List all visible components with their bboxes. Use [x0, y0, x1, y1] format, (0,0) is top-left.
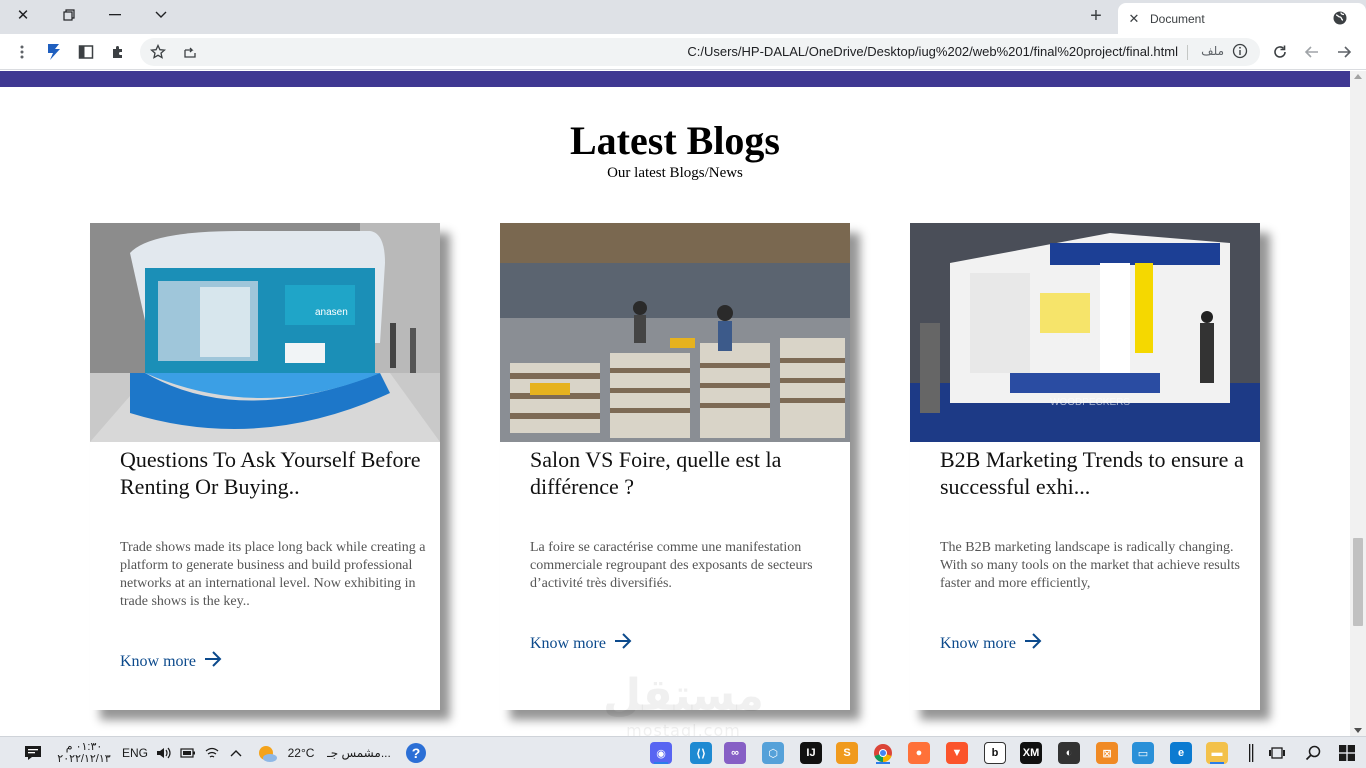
- blog-image-exhibition-booth[interactable]: anasen: [90, 223, 440, 442]
- blog-title[interactable]: Salon VS Foire, quelle est la différence…: [530, 446, 848, 500]
- arrow-right-icon: [204, 651, 222, 672]
- tab-document[interactable]: ✕ Document: [1118, 3, 1366, 34]
- file-label: ملف: [1201, 44, 1224, 58]
- scroll-up-icon[interactable]: [1354, 74, 1362, 79]
- discord-app-icon[interactable]: ◉: [650, 742, 672, 764]
- file-explorer-app-icon[interactable]: ▬: [1206, 742, 1228, 764]
- blog-title[interactable]: Questions To Ask Yourself Before Renting…: [120, 446, 438, 500]
- volume-icon[interactable]: [154, 741, 174, 765]
- language-indicator[interactable]: ENG: [122, 741, 148, 765]
- visual-studio-app-icon[interactable]: ∞: [724, 742, 746, 764]
- clock[interactable]: ٠١:٣٠ م ٢٠٢٢/١٢/١٣: [56, 741, 112, 765]
- minimize-window-icon[interactable]: [92, 0, 138, 30]
- mostaql-watermark: مستقل mostaql.com: [596, 670, 771, 737]
- arrow-right-icon: [614, 633, 632, 654]
- vertical-scrollbar[interactable]: [1350, 71, 1366, 736]
- intellij-app-icon[interactable]: IJ: [800, 742, 822, 764]
- address-bar[interactable]: C:/Users/HP-DALAL/OneDrive/Desktop/iug%2…: [140, 38, 1260, 66]
- watermark-latin: mostaql.com: [626, 721, 741, 736]
- back-arrow-icon[interactable]: [1332, 40, 1356, 64]
- this-pc-app-icon[interactable]: ▭: [1132, 742, 1154, 764]
- url-divider: [1187, 45, 1188, 60]
- blog-title[interactable]: B2B Marketing Trends to ensure a success…: [940, 446, 1258, 500]
- blog-card-3: WOODPECKERS B2B Marketing Trends to ensu…: [910, 223, 1260, 710]
- know-more-link[interactable]: Know more: [530, 633, 632, 654]
- chrome-app-icon[interactable]: [872, 742, 894, 764]
- reload-icon[interactable]: [1268, 40, 1292, 64]
- sublime-app-icon[interactable]: S: [836, 742, 858, 764]
- know-more-link[interactable]: Know more: [940, 633, 1042, 654]
- scroll-down-icon[interactable]: [1354, 728, 1362, 733]
- share-icon[interactable]: [178, 40, 202, 64]
- task-view-icon[interactable]: [1266, 741, 1288, 765]
- wifi-icon[interactable]: [202, 741, 222, 765]
- svg-text:?: ?: [412, 745, 421, 761]
- firefox-app-icon[interactable]: ●: [908, 742, 930, 764]
- bookmark-star-icon[interactable]: [146, 40, 170, 64]
- edge-app-icon[interactable]: e: [1170, 742, 1192, 764]
- blog-excerpt: The B2B marketing landscape is radically…: [940, 540, 1240, 591]
- blog-card-1: anasen Questions To Ask Yourself Before …: [90, 223, 440, 710]
- weather-description[interactable]: مشمس جـ...: [324, 741, 394, 765]
- taskbar-divider-icon: [1244, 741, 1258, 765]
- arrow-right-icon: [1024, 633, 1042, 654]
- obs-app-icon[interactable]: ◐: [1058, 742, 1080, 764]
- section-subtitle: Our latest Blogs/News: [607, 165, 743, 181]
- close-window-icon[interactable]: ✕: [0, 0, 46, 30]
- package-app-icon[interactable]: ⬡: [762, 742, 784, 764]
- new-tab-button[interactable]: +: [1084, 6, 1108, 28]
- url-text: C:/Users/HP-DALAL/OneDrive/Desktop/iug%2…: [687, 44, 1178, 59]
- tab-search-chevron-icon[interactable]: [138, 0, 184, 30]
- svg-text:WOODPECKERS: WOODPECKERS: [1050, 397, 1130, 408]
- menu-kebab-icon[interactable]: [10, 40, 34, 64]
- scrollbar-thumb[interactable]: [1353, 538, 1363, 626]
- clock-time: ٠١:٣٠ م: [65, 741, 103, 753]
- notifications-icon[interactable]: [22, 741, 44, 765]
- tab-title: Document: [1150, 11, 1205, 26]
- blog-image-trade-booth[interactable]: WOODPECKERS: [910, 223, 1260, 442]
- page-viewport: Latest Blogs Our latest Blogs/News anase…: [0, 71, 1350, 736]
- weather-temperature[interactable]: 22°C: [284, 741, 318, 765]
- xm-app-icon[interactable]: XM: [1020, 742, 1042, 764]
- section-title: Latest Blogs: [570, 118, 780, 163]
- show-hidden-icons-chevron-icon[interactable]: [226, 741, 246, 765]
- side-panel-icon[interactable]: [74, 40, 98, 64]
- start-windows-icon[interactable]: [1336, 741, 1358, 765]
- forward-arrow-icon[interactable]: [1300, 40, 1324, 64]
- brave-app-icon[interactable]: ▼: [946, 742, 968, 764]
- globe-icon: [1332, 10, 1348, 31]
- weather-sun-icon[interactable]: [254, 741, 280, 765]
- bandicam-app-icon[interactable]: b: [984, 742, 1006, 764]
- battery-icon[interactable]: [178, 741, 198, 765]
- know-more-label: Know more: [120, 652, 196, 670]
- vscode-app-icon[interactable]: ⟨⟩: [690, 742, 712, 764]
- search-icon[interactable]: [1302, 741, 1324, 765]
- restore-window-icon[interactable]: [46, 0, 92, 30]
- know-more-label: Know more: [940, 634, 1016, 652]
- know-more-label: Know more: [530, 634, 606, 652]
- windows-taskbar: ٠١:٣٠ م ٢٠٢٢/١٢/١٣ ENG 22°C مشمس جـ... ?…: [0, 736, 1366, 768]
- xampp-app-icon[interactable]: ⊠: [1096, 742, 1118, 764]
- blog-excerpt: Trade shows made its place long back whi…: [120, 540, 426, 609]
- help-icon[interactable]: ?: [404, 741, 428, 765]
- extensions-puzzle-icon[interactable]: [106, 40, 130, 64]
- blog-excerpt: La foire se caractérise comme une manife…: [530, 540, 813, 591]
- svg-text:anasen: anasen: [315, 307, 348, 318]
- tab-close-icon[interactable]: ✕: [1122, 11, 1146, 27]
- profile-avatar-icon[interactable]: [42, 40, 66, 64]
- blog-card-2: Salon VS Foire, quelle est la différence…: [500, 223, 850, 710]
- header-accent-bar: [0, 71, 1350, 87]
- clock-date: ٢٠٢٢/١٢/١٣: [57, 753, 111, 765]
- info-icon[interactable]: [1232, 43, 1248, 64]
- browser-toolbar: C:/Users/HP-DALAL/OneDrive/Desktop/iug%2…: [0, 34, 1366, 70]
- blog-image-book-fair[interactable]: [500, 223, 850, 442]
- watermark-arabic: مستقل: [603, 670, 764, 721]
- know-more-link[interactable]: Know more: [120, 651, 222, 672]
- title-bar: ✕ + ✕ Document: [0, 0, 1366, 34]
